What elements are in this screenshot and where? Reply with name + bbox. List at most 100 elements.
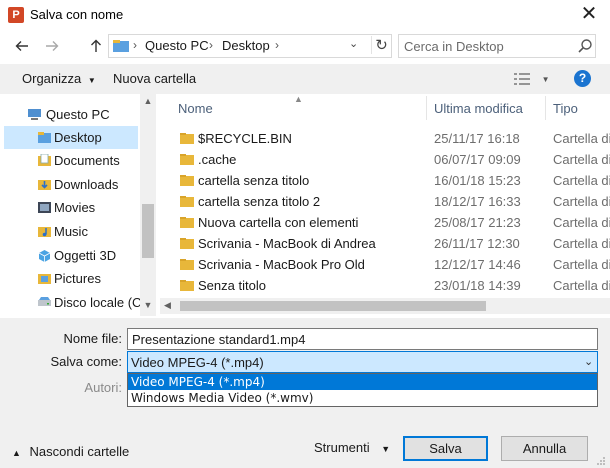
nav-item-desktop[interactable]: Desktop — [4, 126, 138, 149]
drive-icon — [38, 297, 51, 306]
nav-item-music[interactable]: Music — [4, 220, 138, 243]
objects-3d-icon — [38, 250, 51, 262]
nav-scrollbar[interactable]: ▲ ▼ — [140, 94, 156, 316]
table-row[interactable]: Nuova cartella con elementi 25/08/17 21:… — [160, 212, 610, 233]
back-button[interactable] — [10, 34, 34, 58]
navigation-pane: Questo PC Desktop Documents Downloads Mo… — [0, 94, 156, 316]
tools-button[interactable]: Strumenti ▼ — [314, 440, 390, 455]
filename-input[interactable] — [127, 328, 598, 350]
nav-item-label: Oggetti 3D — [54, 248, 117, 263]
file-modified: 12/12/17 14:46 — [434, 257, 521, 272]
save-button[interactable]: Salva — [403, 436, 488, 461]
scroll-left-icon[interactable]: ◀ — [164, 300, 171, 311]
scroll-down-icon[interactable]: ▼ — [140, 300, 156, 310]
file-name: Scrivania - MacBook di Andrea — [198, 236, 376, 251]
table-row[interactable]: .cache 06/07/17 09:09 Cartella di — [160, 149, 610, 170]
computer-icon — [28, 109, 41, 120]
nav-item-disco-locale[interactable]: Disco locale (C:) — [4, 291, 149, 314]
column-divider[interactable] — [545, 96, 546, 120]
file-modified: 18/12/17 16:33 — [434, 194, 521, 209]
nav-item-label: Movies — [54, 200, 96, 215]
file-modified: 16/01/18 15:23 — [434, 173, 521, 188]
nav-item-label: Disco locale (C:) — [54, 295, 150, 310]
nav-item-movies[interactable]: Movies — [4, 196, 138, 219]
nav-item-label: Pictures — [54, 271, 101, 286]
forward-button[interactable] — [40, 34, 64, 58]
file-modified: 25/08/17 21:23 — [434, 215, 521, 230]
nav-item-label: Documents — [54, 153, 120, 168]
organize-button[interactable]: Organizza ▼ — [22, 71, 96, 86]
nav-item-documents[interactable]: Documents — [4, 149, 138, 172]
sort-ascending-icon: ▲ — [294, 94, 303, 104]
documents-icon — [38, 154, 51, 166]
address-bar[interactable]: › Questo PC › Desktop › ⌄ ↻ — [108, 34, 392, 58]
nav-item-oggetti-3d[interactable]: Oggetti 3D — [4, 244, 138, 267]
table-row[interactable]: cartella senza titolo 2 18/12/17 16:33 C… — [160, 191, 610, 212]
nav-item-label: Downloads — [54, 177, 119, 192]
search-input[interactable] — [404, 38, 564, 54]
file-type: Cartella di — [553, 278, 610, 293]
file-name: Nuova cartella con elementi — [198, 215, 359, 230]
hide-folders-button[interactable]: ▲ Nascondi cartelle — [12, 444, 129, 459]
savetype-option-mp4[interactable]: Video MPEG-4 (*.mp4) — [128, 374, 597, 390]
chevron-down-icon: ⌄ — [584, 356, 594, 368]
nav-item-label: Questo PC — [46, 107, 110, 122]
address-dropdown-icon[interactable]: ⌄ — [349, 37, 358, 50]
new-folder-button[interactable]: Nuova cartella — [113, 71, 196, 86]
horizontal-scrollbar[interactable]: ◀ — [160, 298, 610, 314]
file-type: Cartella di — [553, 215, 610, 230]
folder-icon — [180, 238, 194, 249]
nav-item-downloads[interactable]: Downloads — [4, 173, 138, 196]
cancel-button[interactable]: Annulla — [501, 436, 588, 461]
breadcrumb-questo-pc[interactable]: Questo PC — [145, 38, 209, 53]
caret-down-icon: ▼ — [541, 75, 550, 84]
resize-grip-icon[interactable] — [596, 456, 606, 466]
music-icon — [38, 227, 51, 237]
file-modified: 23/01/18 14:39 — [434, 278, 521, 293]
arrow-right-icon — [46, 41, 59, 51]
view-options-button[interactable]: ▼ — [514, 70, 550, 86]
file-type: Cartella di — [553, 236, 610, 251]
arrow-left-icon — [15, 41, 28, 51]
view-list-icon — [514, 72, 530, 85]
breadcrumb-chevron-icon: › — [275, 38, 279, 52]
savetype-option-wmv[interactable]: Windows Media Video (*.wmv) — [128, 390, 597, 406]
close-button[interactable]: ✕ — [572, 2, 606, 28]
column-header-type[interactable]: Tipo — [553, 101, 578, 116]
table-row[interactable]: cartella senza titolo 16/01/18 15:23 Car… — [160, 170, 610, 191]
table-row[interactable]: Scrivania - MacBook di Andrea 26/11/17 1… — [160, 233, 610, 254]
file-type: Cartella di — [553, 173, 610, 188]
column-header-name[interactable]: Nome — [178, 101, 213, 116]
up-button[interactable] — [84, 34, 108, 58]
horizontal-scroll-thumb[interactable] — [180, 301, 486, 311]
pictures-icon — [38, 274, 51, 284]
file-type: Cartella di — [553, 131, 610, 146]
desktop-folder-icon — [113, 40, 129, 52]
savetype-dropdown-list: Video MPEG-4 (*.mp4) Windows Media Video… — [127, 373, 598, 407]
nav-item-pictures[interactable]: Pictures — [4, 267, 138, 290]
column-header-row: ▲ Nome Ultima modifica Tipo — [160, 94, 610, 122]
help-icon[interactable]: ? — [574, 70, 591, 87]
table-row[interactable]: $RECYCLE.BIN 25/11/17 16:18 Cartella di — [160, 128, 610, 149]
table-row[interactable]: Senza titolo 23/01/18 14:39 Cartella di — [160, 275, 610, 296]
nav-scroll-thumb[interactable] — [142, 204, 154, 258]
nav-item-questo-pc[interactable]: Questo PC — [4, 103, 138, 126]
search-icon — [578, 39, 592, 53]
scroll-up-icon[interactable]: ▲ — [140, 96, 156, 106]
table-row[interactable]: Scrivania - MacBook Pro Old 12/12/17 14:… — [160, 254, 610, 275]
refresh-icon[interactable]: ↻ — [371, 36, 391, 54]
search-box[interactable] — [398, 34, 596, 58]
column-divider[interactable] — [426, 96, 427, 120]
caret-down-icon: ▼ — [87, 76, 96, 85]
arrow-up-icon — [91, 39, 101, 52]
file-name: cartella senza titolo 2 — [198, 194, 321, 209]
breadcrumb-desktop[interactable]: Desktop — [222, 38, 270, 53]
file-modified: 26/11/17 12:30 — [434, 236, 520, 251]
savetype-select[interactable]: Video MPEG-4 (*.mp4) ⌄ — [127, 351, 598, 373]
organize-label: Organizza — [22, 71, 82, 86]
folder-icon — [180, 217, 194, 228]
folder-icon — [180, 154, 194, 165]
window-title: Salva con nome — [30, 7, 124, 22]
folder-icon — [180, 259, 194, 270]
column-header-modified[interactable]: Ultima modifica — [434, 101, 523, 116]
